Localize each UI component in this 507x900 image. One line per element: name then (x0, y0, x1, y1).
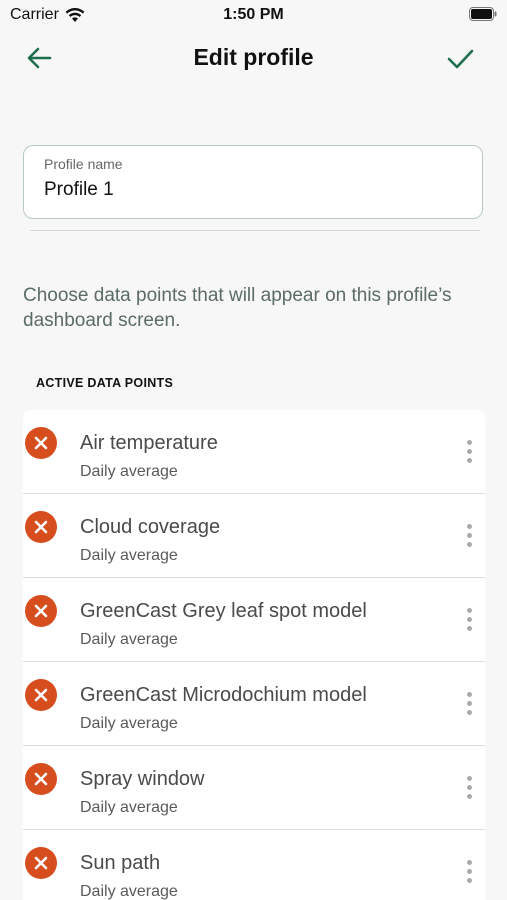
data-point-title: GreenCast Grey leaf spot model (80, 600, 367, 622)
more-options-icon[interactable] (463, 440, 475, 466)
remove-button[interactable] (25, 679, 57, 711)
status-time: 1:50 PM (223, 6, 284, 23)
profile-name-field[interactable]: Profile name Profile 1 (23, 145, 483, 219)
close-icon (34, 436, 48, 450)
status-bar: Carrier 1:50 PM (0, 0, 507, 30)
more-options-icon[interactable] (463, 608, 475, 634)
remove-button[interactable] (25, 511, 57, 543)
data-point-subtitle: Daily average (80, 715, 178, 732)
profile-name-label: Profile name (44, 156, 123, 172)
data-point-title: GreenCast Microdochium model (80, 684, 367, 706)
active-data-points-list: Air temperature Daily average Cloud cove… (23, 410, 485, 900)
data-point-subtitle: Daily average (80, 631, 178, 648)
list-item: Spray window Daily average (23, 746, 485, 830)
data-point-subtitle: Daily average (80, 799, 178, 816)
edit-profile-screen: Carrier 1:50 PM Edit profile Profile nam… (0, 0, 507, 900)
page-title: Edit profile (193, 44, 314, 70)
section-header-active-data-points: ACTIVE DATA POINTS (36, 376, 174, 390)
battery-icon (469, 7, 497, 21)
more-options-icon[interactable] (463, 776, 475, 802)
close-icon (34, 520, 48, 534)
data-point-subtitle: Daily average (80, 547, 178, 564)
list-item: GreenCast Microdochium model Daily avera… (23, 662, 485, 746)
remove-button[interactable] (25, 427, 57, 459)
list-item: GreenCast Grey leaf spot model Daily ave… (23, 578, 485, 662)
description-text: Choose data points that will appear on t… (23, 285, 452, 331)
data-point-title: Air temperature (80, 432, 218, 454)
list-item: Sun path Daily average (23, 830, 485, 900)
nav-bar: Edit profile (0, 36, 507, 80)
save-button[interactable] (445, 44, 475, 72)
close-icon (34, 772, 48, 786)
data-point-title: Spray window (80, 768, 205, 790)
divider (30, 230, 480, 231)
list-item: Air temperature Daily average (23, 410, 485, 494)
close-icon (34, 604, 48, 618)
remove-button[interactable] (25, 847, 57, 879)
close-icon (34, 688, 48, 702)
remove-button[interactable] (25, 595, 57, 627)
close-icon (34, 856, 48, 870)
more-options-icon[interactable] (463, 860, 475, 886)
data-point-title: Sun path (80, 852, 161, 874)
data-point-subtitle: Daily average (80, 883, 178, 900)
profile-name-input[interactable]: Profile 1 (44, 179, 114, 201)
data-point-subtitle: Daily average (80, 463, 178, 480)
data-point-title: Cloud coverage (80, 516, 221, 538)
list-item: Cloud coverage Daily average (23, 494, 485, 578)
more-options-icon[interactable] (463, 692, 475, 718)
more-options-icon[interactable] (463, 524, 475, 550)
remove-button[interactable] (25, 763, 57, 795)
checkmark-icon (447, 49, 474, 69)
